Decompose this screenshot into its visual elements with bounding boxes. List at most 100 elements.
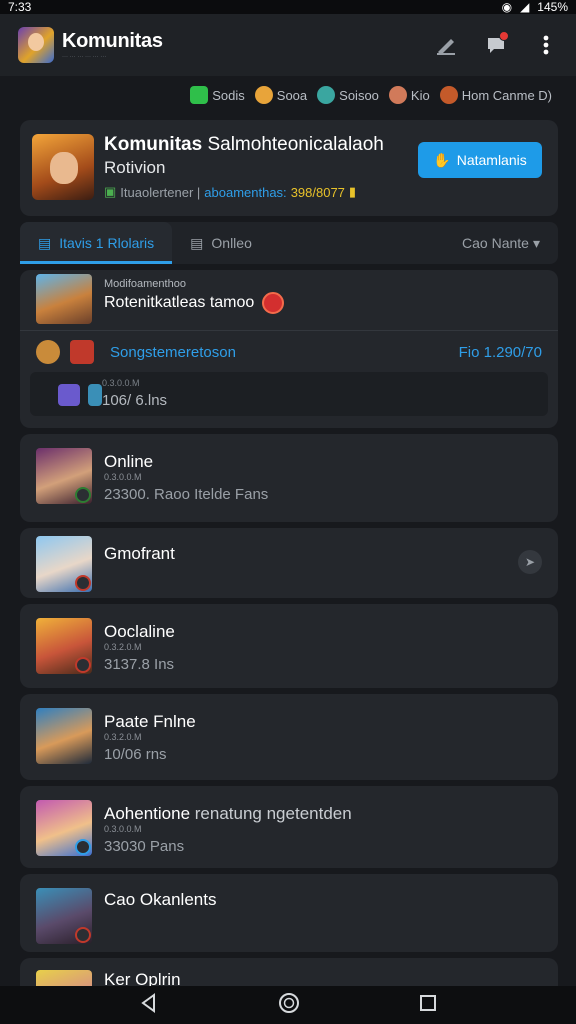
avatar bbox=[254, 86, 273, 104]
list-item[interactable]: Paate Fnlne 0.3.2.0.M 10/06 rns bbox=[20, 694, 558, 780]
notification-dot bbox=[499, 31, 509, 41]
status-bar: 7:33 ◉ ◢ 145% bbox=[0, 0, 576, 14]
item-small: 0.3.0.0.M bbox=[104, 472, 142, 482]
featured-subtitle: Rotivion bbox=[104, 158, 166, 177]
chip-sooa[interactable]: Sooa bbox=[254, 86, 308, 104]
chip-hom[interactable]: Hom Canme D) bbox=[439, 86, 552, 104]
avatar bbox=[388, 86, 407, 104]
group-avatar bbox=[36, 274, 92, 324]
recents-icon[interactable] bbox=[419, 994, 437, 1017]
join-button[interactable]: ✋ Natamlanis bbox=[418, 142, 542, 178]
item-detail: 10/06 rns bbox=[104, 746, 167, 763]
chevron-down-icon: ▾ bbox=[532, 234, 540, 251]
back-icon[interactable] bbox=[139, 992, 159, 1018]
list-icon: ▤ bbox=[190, 234, 204, 251]
item-detail: 23300. Raoo Itelde Fans bbox=[104, 486, 269, 503]
status-badge bbox=[75, 575, 91, 591]
status-badge bbox=[75, 487, 91, 503]
item-name-first: Aohentione bbox=[104, 804, 191, 823]
app-title-group: Komunitas ··· ··· ··· ··· ··· ··· bbox=[62, 30, 163, 60]
controller-icon bbox=[58, 384, 80, 406]
avatar bbox=[36, 340, 60, 364]
avatar bbox=[317, 86, 336, 104]
group-title: Rotenitkatleas tamoo bbox=[104, 292, 285, 314]
item-name: Paate Fnlne bbox=[104, 712, 196, 731]
avatar bbox=[36, 448, 92, 504]
status-badge bbox=[75, 657, 91, 673]
sub-row-value: Fio 1.290/70 bbox=[458, 343, 542, 361]
meta-count: 398/8077 bbox=[290, 184, 345, 200]
alert-badge-icon bbox=[262, 292, 285, 314]
app-bar: Komunitas ··· ··· ··· ··· ··· ··· bbox=[0, 14, 576, 76]
list-item[interactable]: Cao Okanlents bbox=[20, 874, 558, 952]
sort-dropdown[interactable]: Cao Nante ▾ bbox=[462, 235, 558, 252]
signal-icon: ◢ bbox=[520, 0, 530, 14]
hand-icon: ✋ bbox=[433, 151, 451, 168]
list-item[interactable]: Gmofrant ➤ bbox=[20, 528, 558, 598]
featured-title: Komunitas Salmohteonicalalaoh bbox=[104, 134, 384, 156]
tab-label: Onlleo bbox=[211, 235, 252, 251]
filter-chips: Sodis Sooa Soisoo Kio Hom Canme D) bbox=[0, 80, 576, 110]
status-dot-icon: ▣ bbox=[104, 184, 117, 199]
chip-sodis[interactable]: Sodis bbox=[190, 86, 245, 104]
item-detail: 33030 Pans bbox=[104, 838, 185, 855]
status-badge bbox=[75, 927, 91, 943]
list-item[interactable]: Online 0.3.0.0.M 23300. Raoo Itelde Fans bbox=[20, 434, 558, 522]
chip-label: Sooa bbox=[276, 87, 308, 103]
list-item[interactable]: Aohentione renatung ngetentden 0.3.0.0.M… bbox=[20, 786, 558, 868]
featured-meta: ▣ Ituaolertener | aboamenthas: 398/8077 … bbox=[104, 184, 356, 200]
group-title-text: Rotenitkatleas tamoo bbox=[104, 294, 255, 311]
featured-community-card[interactable]: Komunitas Salmohteonicalalaoh Rotivion ▣… bbox=[20, 120, 558, 216]
home-icon[interactable] bbox=[278, 992, 300, 1019]
app-logo bbox=[18, 27, 54, 63]
chip-soisoo[interactable]: Soisoo bbox=[317, 86, 379, 104]
group-card[interactable]: Modifoamenthoo Rotenitkatleas tamoo Song… bbox=[20, 270, 558, 428]
chip-kio[interactable]: Kio bbox=[388, 86, 430, 104]
group-inner-panel[interactable]: 0.3.0.0.M 106/ 6.lns bbox=[30, 372, 548, 416]
chip-label: Kio bbox=[410, 87, 430, 103]
group-meta: Modifoamenthoo bbox=[104, 278, 186, 290]
item-name: Online bbox=[104, 452, 154, 471]
item-name-rest: renatung ngetentden bbox=[194, 804, 352, 823]
featured-title-bold: Komunitas bbox=[104, 134, 203, 155]
more-vert-icon[interactable] bbox=[534, 33, 558, 57]
inner-value: 106/ 6.lns bbox=[102, 392, 168, 409]
avatar bbox=[36, 800, 92, 856]
edit-icon[interactable] bbox=[434, 33, 458, 57]
avatar bbox=[36, 970, 92, 986]
list-item[interactable]: Ooclaline 0.3.2.0.M 3137.8 Ins bbox=[20, 604, 558, 688]
tab-online[interactable]: ▤ Onlleo bbox=[172, 222, 270, 264]
group-sub-row[interactable]: Songstemeretoson Fio 1.290/70 bbox=[36, 338, 542, 366]
item-small: 0.3.0.0.M bbox=[104, 824, 142, 834]
join-button-label: Natamlanis bbox=[456, 152, 527, 168]
community-avatar bbox=[32, 134, 94, 200]
sub-row-label: Songstemeretoson bbox=[110, 343, 236, 361]
divider bbox=[20, 330, 558, 331]
chevron-right-icon[interactable]: ➤ bbox=[518, 550, 542, 574]
battery-text: 145% bbox=[537, 0, 568, 14]
app-bar-actions bbox=[434, 31, 558, 57]
trophy-icon: ▮ bbox=[348, 184, 357, 199]
item-small: 0.3.2.0.M bbox=[104, 642, 142, 652]
chip-label: Hom Canme D) bbox=[461, 87, 552, 103]
tab-members[interactable]: ▤ Itavis 1 Rlolaris bbox=[20, 222, 173, 264]
chip-label: Soisoo bbox=[339, 87, 379, 103]
fire-icon bbox=[70, 340, 94, 364]
meta-members: aboamenthas: bbox=[204, 184, 287, 200]
shield-icon bbox=[190, 86, 209, 104]
list-item[interactable]: Ker Oplrin bbox=[20, 958, 558, 986]
meta-prefix: Ituaolertener | bbox=[120, 184, 201, 200]
status-badge bbox=[75, 839, 91, 855]
list-icon: ▤ bbox=[38, 234, 52, 251]
app-title: Komunitas bbox=[62, 30, 163, 52]
avatar bbox=[36, 708, 92, 764]
inner-meta: 0.3.0.0.M bbox=[102, 378, 140, 388]
item-name: Ooclaline bbox=[104, 622, 175, 641]
item-name: Cao Okanlents bbox=[104, 890, 217, 909]
item-detail: 3137.8 Ins bbox=[104, 656, 175, 673]
item-name: Ker Oplrin bbox=[104, 970, 181, 986]
wifi-icon: ◉ bbox=[501, 0, 513, 14]
chat-notification-icon[interactable] bbox=[484, 31, 509, 57]
avatar bbox=[439, 86, 458, 104]
system-nav-bar bbox=[0, 986, 576, 1024]
